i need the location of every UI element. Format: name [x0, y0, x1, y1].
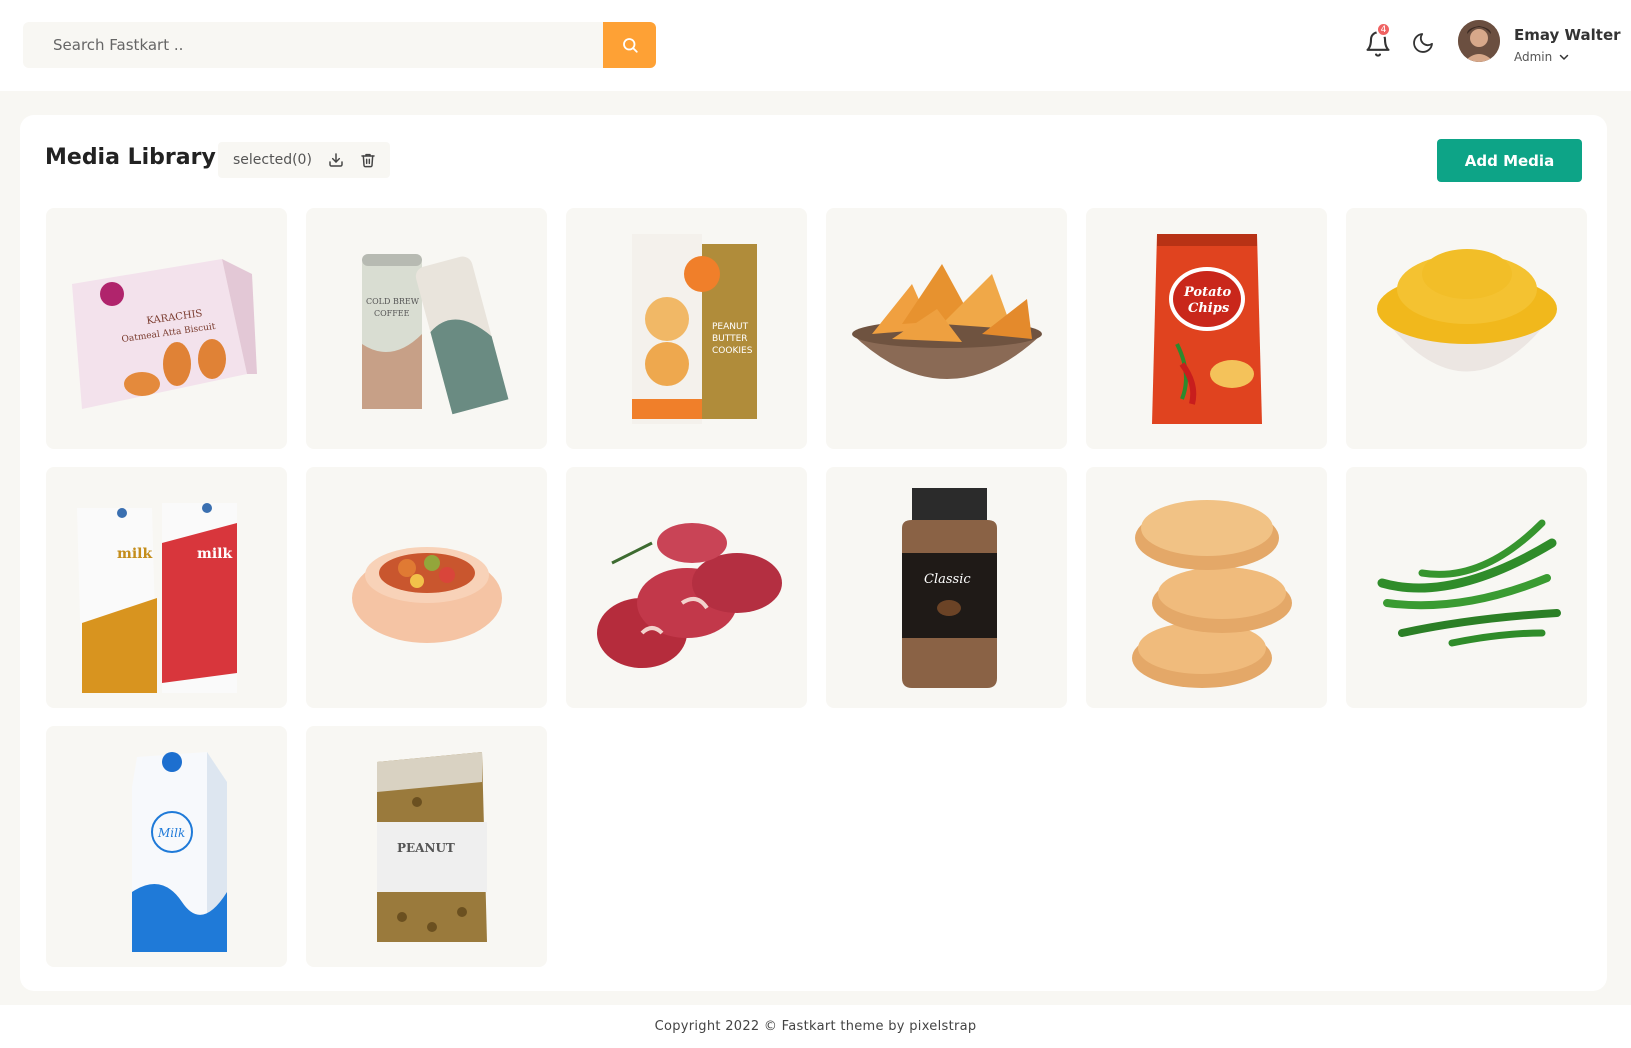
cookies-label3-text: COOKIES [712, 346, 753, 356]
page-title: Media Library [45, 145, 216, 170]
add-media-button[interactable]: Add Media [1437, 139, 1582, 182]
cookies-box-icon: PEANUT BUTTER COOKIES [631, 233, 757, 424]
coffee-jar-icon: Classic [901, 487, 997, 688]
notification-count-badge: 4 [1376, 22, 1391, 37]
raw-meat-icon [596, 522, 782, 668]
user-role-dropdown[interactable]: Admin [1514, 50, 1570, 64]
chevron-down-icon [1560, 54, 1569, 60]
milk-label-text: milk [117, 546, 152, 562]
peanut-bag-icon: PEANUT [376, 751, 487, 942]
search-button[interactable] [603, 22, 656, 68]
milk-cartons-icon: milk milk [76, 502, 237, 693]
media-item-buns[interactable] [1086, 467, 1327, 708]
lentil-bowl-icon [1376, 248, 1557, 371]
dark-mode-moon-icon[interactable] [1411, 31, 1437, 57]
user-role-label: Admin [1514, 50, 1553, 64]
coffee-label-text: COLD BREW [366, 297, 420, 306]
biscuit-box-icon: KARACHIS Oatmeal Atta Biscuit [71, 258, 257, 409]
download-icon[interactable] [328, 152, 344, 168]
milk-label-text-2: milk [197, 546, 232, 562]
milk-carton-icon: Milk [131, 751, 227, 952]
selection-toolbar: selected(0) [218, 142, 390, 178]
search-input[interactable] [23, 22, 603, 68]
media-item-chips-packet[interactable]: Potato Chips [1086, 208, 1327, 449]
user-avatar[interactable] [1458, 20, 1500, 62]
media-item-lentil-bowl[interactable] [1346, 208, 1587, 449]
media-item-green-chillies[interactable] [1346, 467, 1587, 708]
coffee-label2-text: COFFEE [374, 309, 410, 318]
media-item-milk-carton[interactable]: Milk [46, 726, 287, 967]
buns-icon [1131, 499, 1292, 688]
trash-icon[interactable] [360, 152, 376, 168]
jar-label-text: Classic [924, 572, 971, 587]
copyright-text: Copyright 2022 © Fastkart theme by pixel… [654, 1019, 977, 1034]
media-item-coffee-cans[interactable]: COLD BREW COFFEE [306, 208, 547, 449]
chips-label2-text: Chips [1188, 301, 1230, 316]
peanut-label-text: PEANUT [397, 841, 455, 855]
coffee-cans-icon: COLD BREW COFFEE [361, 253, 508, 414]
green-chillies-icon [1377, 519, 1561, 646]
media-item-biscuit-box[interactable]: KARACHIS Oatmeal Atta Biscuit [46, 208, 287, 449]
media-item-raw-meat[interactable] [566, 467, 807, 708]
media-item-milk-cartons[interactable]: milk milk [46, 467, 287, 708]
cookies-label-text: PEANUT [712, 322, 749, 332]
media-item-pet-food-bowl[interactable] [306, 467, 547, 708]
carton-label-text: Milk [157, 826, 185, 840]
search-icon [622, 38, 638, 53]
selected-count: selected(0) [233, 152, 312, 168]
cookies-label2-text: BUTTER [712, 334, 748, 344]
media-library-card: Media Library selected(0) Add Media KARA… [20, 115, 1607, 991]
media-item-nachos-bowl[interactable] [826, 208, 1067, 449]
pet-food-bowl-icon [351, 546, 502, 643]
user-name[interactable]: Emay Walter [1514, 26, 1621, 44]
media-item-peanut-bag[interactable]: PEANUT [306, 726, 547, 967]
footer: Copyright 2022 © Fastkart theme by pixel… [0, 1005, 1631, 1048]
media-item-cookies-box[interactable]: PEANUT BUTTER COOKIES [566, 208, 807, 449]
top-header: 4 Emay Walter Admin [0, 0, 1631, 91]
nachos-bowl-icon [851, 263, 1042, 379]
search-bar [23, 22, 656, 68]
chips-label-text: Potato [1183, 285, 1232, 300]
media-item-coffee-jar[interactable]: Classic [826, 467, 1067, 708]
chips-packet-icon: Potato Chips [1151, 233, 1262, 424]
